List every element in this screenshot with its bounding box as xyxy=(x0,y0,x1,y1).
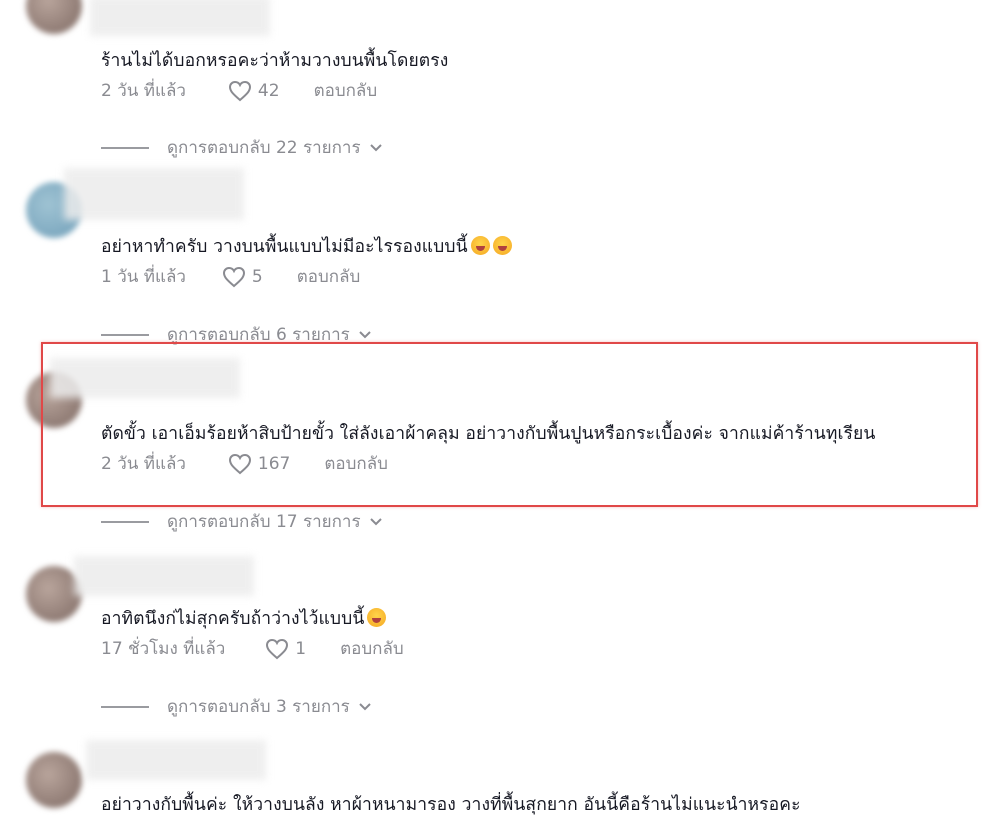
reply-button[interactable]: ตอบกลับ xyxy=(297,263,361,290)
comment-meta: 2 วัน ที่แล้ว 42 ตอบกลับ xyxy=(101,77,377,104)
username-blurred xyxy=(64,168,244,220)
like-count: 42 xyxy=(257,80,280,101)
reply-button[interactable]: ตอบกลับ xyxy=(314,77,378,104)
chevron-down-icon xyxy=(358,702,372,712)
comment-text: อย่าวางกับพื้นค่ะ ให้วางบนลัง หาผ้าหนามา… xyxy=(101,795,801,815)
chevron-down-icon xyxy=(358,330,372,340)
like-count: 1 xyxy=(295,638,307,659)
laughing-emoji-icon xyxy=(470,236,490,255)
comment-text: อย่าหาทำครับ วางบนพื้นแบบไม่มีอะไรรองแบบ… xyxy=(101,232,512,260)
divider-line xyxy=(101,705,149,708)
highlight-box xyxy=(41,342,978,507)
heart-icon xyxy=(228,80,251,101)
like-count: 5 xyxy=(251,266,263,287)
reply-button[interactable]: ตอบกลับ xyxy=(340,635,404,662)
chevron-down-icon xyxy=(369,517,383,527)
comment-text: อาทิตนึงก่ไม่สุกครับถ้าว่างไว้แบบนี้ xyxy=(101,604,387,632)
comment-text-body: อย่าหาทำครับ วางบนพื้นแบบไม่มีอะไรรองแบบ… xyxy=(101,237,468,257)
avatar[interactable] xyxy=(26,0,82,34)
like-button[interactable]: 5 xyxy=(222,266,263,288)
view-replies-button[interactable]: ดูการตอบกลับ 3 รายการ xyxy=(101,693,372,720)
comment-text-body: อาทิตนึงก่ไม่สุกครับถ้าว่างไว้แบบนี้ xyxy=(101,609,365,629)
comment-meta: 17 ชั่วโมง ที่แล้ว 1 ตอบกลับ xyxy=(101,635,404,662)
comment-meta: 1 วัน ที่แล้ว 5 ตอบกลับ xyxy=(101,263,360,290)
like-button[interactable]: 42 xyxy=(228,80,280,102)
like-button[interactable]: 1 xyxy=(265,638,306,660)
view-replies-button[interactable]: ดูการตอบกลับ 17 รายการ xyxy=(101,508,383,535)
laughing-emoji-icon xyxy=(492,236,512,255)
username-blurred xyxy=(86,740,266,780)
comment-time: 17 ชั่วโมง ที่แล้ว xyxy=(101,639,226,659)
divider-line xyxy=(101,520,149,523)
chevron-down-icon xyxy=(369,143,383,153)
comment-time: 1 วัน ที่แล้ว xyxy=(101,267,186,287)
heart-icon xyxy=(222,266,245,287)
laughing-emoji-icon xyxy=(367,608,387,627)
view-replies-label: ดูการตอบกลับ 17 รายการ xyxy=(167,512,361,532)
view-replies-label: ดูการตอบกลับ 22 รายการ xyxy=(167,138,361,158)
avatar[interactable] xyxy=(26,752,82,808)
divider-line xyxy=(101,146,149,149)
comment-text: ร้านไม่ได้บอกหรอคะว่าห้ามวางบนพื้นโดยตรง xyxy=(101,51,449,71)
username-blurred xyxy=(90,0,270,36)
heart-icon xyxy=(266,638,289,659)
view-replies-button[interactable]: ดูการตอบกลับ 22 รายการ xyxy=(101,134,383,161)
comment-time: 2 วัน ที่แล้ว xyxy=(101,81,186,101)
view-replies-label: ดูการตอบกลับ 3 รายการ xyxy=(167,697,350,717)
username-blurred xyxy=(74,556,254,596)
divider-line xyxy=(101,333,149,336)
